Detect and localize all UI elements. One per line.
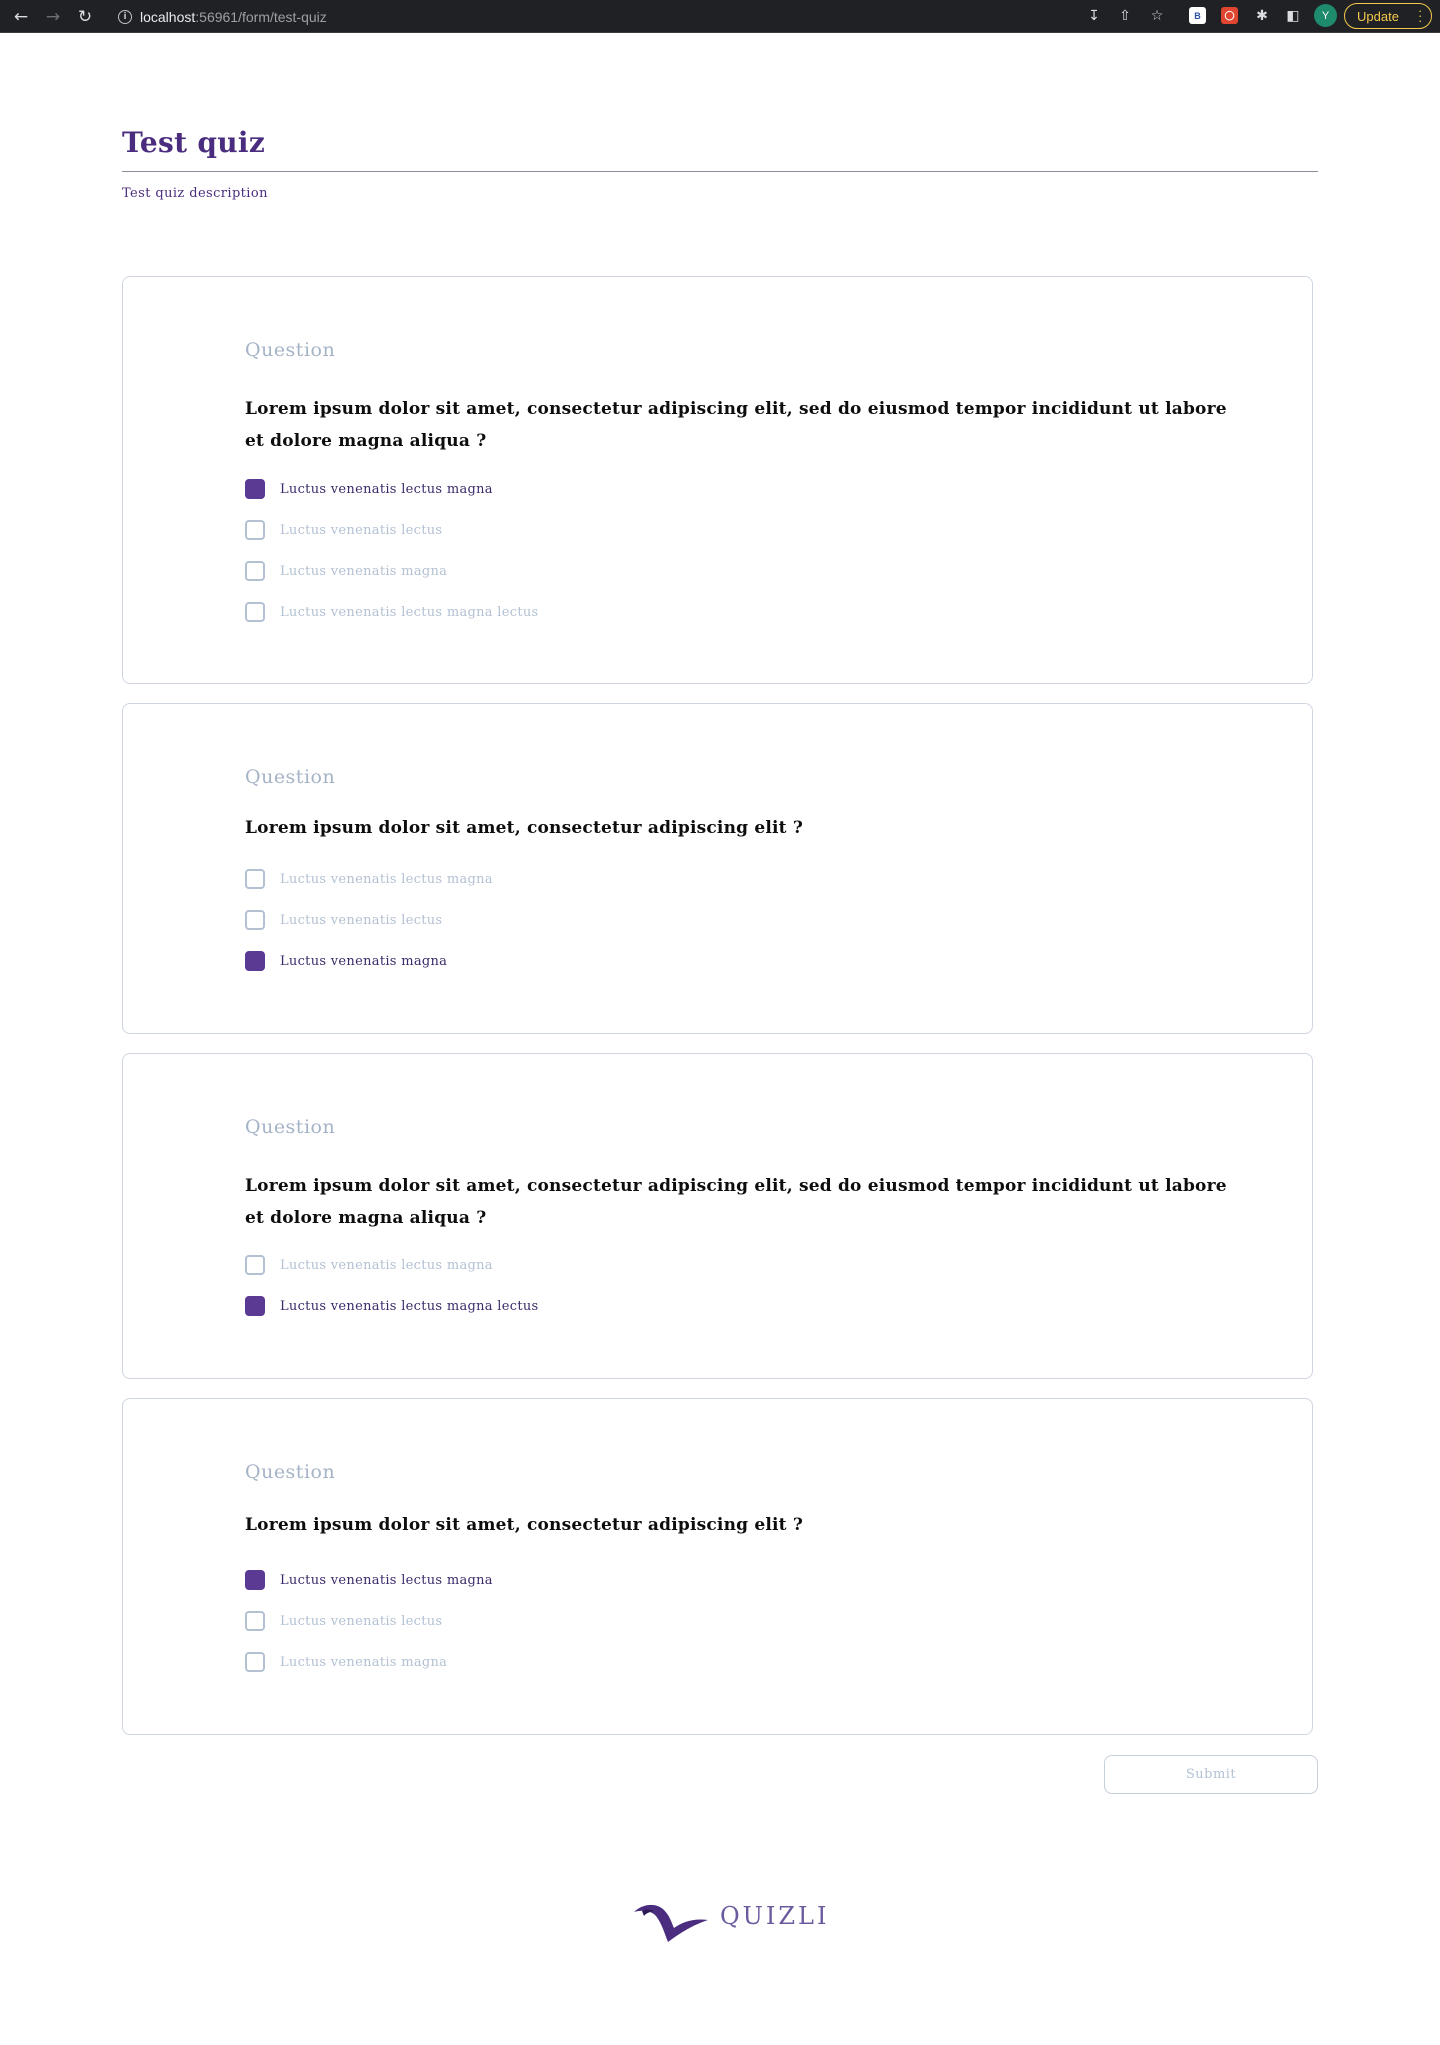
answer-option-label: Luctus venenatis magna xyxy=(280,1654,448,1670)
answer-option-label: Luctus venenatis lectus magna xyxy=(280,481,493,497)
answer-option[interactable]: Luctus venenatis lectus magna xyxy=(245,1569,493,1591)
checkbox[interactable] xyxy=(245,1570,265,1590)
question-label: Question xyxy=(245,339,336,361)
reload-icon[interactable]: ↻ xyxy=(72,0,98,33)
url-path: :56961/form/test-quiz xyxy=(195,8,327,25)
update-button[interactable]: Update · · · xyxy=(1344,3,1432,29)
checkbox[interactable] xyxy=(245,1296,265,1316)
question-label: Question xyxy=(245,1116,336,1138)
checkbox[interactable] xyxy=(245,910,265,930)
bird-logo-icon xyxy=(634,1904,708,1942)
avatar-initial: Y xyxy=(1321,9,1330,22)
site-info-icon[interactable]: i xyxy=(118,9,132,24)
answer-option[interactable]: Luctus venenatis lectus magna xyxy=(245,478,493,500)
answer-option-label: Luctus venenatis lectus xyxy=(280,522,443,538)
question-text: Lorem ipsum dolor sit amet, consectetur … xyxy=(245,818,804,838)
install-icon[interactable]: ↧ xyxy=(1084,6,1104,26)
answer-option-label: Luctus venenatis magna xyxy=(280,563,448,579)
answer-option[interactable]: Luctus venenatis lectus xyxy=(245,519,442,541)
checkbox[interactable] xyxy=(245,1255,265,1275)
quizli-logo: QUIZLI xyxy=(632,1890,829,1942)
submit-button[interactable]: Submit xyxy=(1104,1755,1318,1794)
answer-option[interactable]: Luctus venenatis magna xyxy=(245,560,447,582)
question-text: Lorem ipsum dolor sit amet, consectetur … xyxy=(245,399,1227,451)
checkbox[interactable] xyxy=(245,869,265,889)
answer-option-label: Luctus venenatis lectus magna xyxy=(280,1572,493,1588)
answer-option-label: Luctus venenatis lectus magna xyxy=(280,871,493,887)
question-text: Lorem ipsum dolor sit amet, consectetur … xyxy=(245,1176,1227,1228)
checkbox[interactable] xyxy=(245,602,265,622)
answer-option[interactable]: Luctus venenatis magna xyxy=(245,1651,447,1673)
answer-option[interactable]: Luctus venenatis lectus magna lectus xyxy=(245,601,539,623)
page-title: Test quiz xyxy=(122,126,266,159)
share-icon[interactable]: ⇧ xyxy=(1115,6,1135,26)
checkbox[interactable] xyxy=(245,561,265,581)
answer-option[interactable]: Luctus venenatis lectus xyxy=(245,909,442,931)
question-card: Question Lorem ipsum dolor sit amet, con… xyxy=(122,1053,1313,1379)
question-label: Question xyxy=(245,1461,336,1483)
answer-option[interactable]: Luctus venenatis lectus magna lectus xyxy=(245,1295,539,1317)
answer-option-label: Luctus venenatis lectus magna lectus xyxy=(280,1298,539,1314)
back-arrow-icon[interactable]: ← xyxy=(8,0,34,33)
side-panel-icon[interactable]: ◧ xyxy=(1283,6,1303,26)
url-host: localhost xyxy=(140,8,196,25)
update-label: Update xyxy=(1357,8,1399,24)
question-card: Question Lorem ipsum dolor sit amet, con… xyxy=(122,703,1313,1034)
title-divider xyxy=(122,171,1318,172)
checkbox[interactable] xyxy=(245,479,265,499)
answer-option[interactable]: Luctus venenatis magna xyxy=(245,950,447,972)
checkbox[interactable] xyxy=(245,1611,265,1631)
answer-option-label: Luctus venenatis lectus xyxy=(280,912,443,928)
question-card: Question Lorem ipsum dolor sit amet, con… xyxy=(122,276,1313,684)
checkbox[interactable] xyxy=(245,1652,265,1672)
profile-avatar[interactable]: Y xyxy=(1314,4,1337,27)
page-description: Test quiz description xyxy=(122,186,268,201)
more-vert-icon[interactable]: · · · xyxy=(1418,4,1422,27)
answer-option-label: Luctus venenatis lectus xyxy=(280,1613,443,1629)
logo-text: QUIZLI xyxy=(720,1902,830,1930)
checkbox[interactable] xyxy=(245,520,265,540)
checkbox[interactable] xyxy=(245,951,265,971)
answer-option-label: Luctus venenatis lectus magna lectus xyxy=(280,604,539,620)
browser-toolbar: ← → ↻ i localhost:56961/form/test-quiz ↧… xyxy=(0,0,1440,33)
question-label: Question xyxy=(245,766,336,788)
answer-option[interactable]: Luctus venenatis lectus magna xyxy=(245,868,493,890)
answer-option[interactable]: Luctus venenatis lectus xyxy=(245,1610,442,1632)
question-text: Lorem ipsum dolor sit amet, consectetur … xyxy=(245,1515,804,1535)
answer-option[interactable]: Luctus venenatis lectus magna xyxy=(245,1254,493,1276)
question-card: Question Lorem ipsum dolor sit amet, con… xyxy=(122,1398,1313,1735)
answer-option-label: Luctus venenatis lectus magna xyxy=(280,1257,493,1273)
address-bar[interactable]: i localhost:56961/form/test-quiz xyxy=(110,3,1090,30)
answer-option-label: Luctus venenatis magna xyxy=(280,953,448,969)
extensions-puzzle-icon[interactable]: ✱ xyxy=(1252,6,1272,26)
extension-b-icon[interactable]: B xyxy=(1189,7,1206,24)
extension-record-icon[interactable]: ◯ xyxy=(1221,7,1238,24)
extension-b-label: B xyxy=(1194,10,1201,21)
forward-arrow-icon[interactable]: → xyxy=(40,0,66,33)
bookmark-star-icon[interactable]: ☆ xyxy=(1147,6,1167,26)
